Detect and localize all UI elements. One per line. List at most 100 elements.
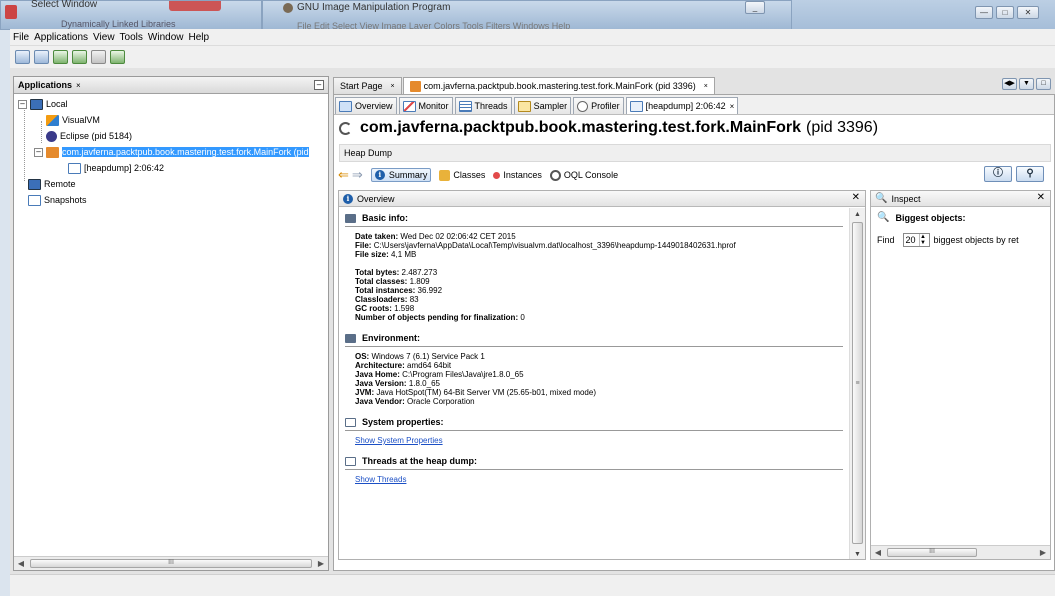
menu-view[interactable]: View xyxy=(93,32,115,43)
pane-title: Overview xyxy=(357,193,395,204)
add-jmx-connection-icon[interactable] xyxy=(53,50,68,64)
tree-node-remote[interactable]: Remote xyxy=(28,176,76,192)
oql-console-button[interactable]: OQL Console xyxy=(549,169,618,181)
applications-panel-title[interactable]: Applications xyxy=(18,80,72,90)
load-snapshot-icon[interactable] xyxy=(34,50,49,64)
tree-node-heapdump[interactable]: [heapdump] 2:06:42 xyxy=(68,160,164,176)
tab-label: Profiler xyxy=(591,101,620,111)
tab-scroll-icon[interactable]: ◀▶ xyxy=(1002,78,1017,90)
biggest-objects-title: 🔍 Biggest objects: xyxy=(877,212,1046,223)
window-close-button[interactable]: ✕ xyxy=(1017,6,1039,19)
collapse-icon[interactable]: – xyxy=(18,99,27,109)
info-view-button[interactable]: ⓘ xyxy=(984,166,1012,182)
tab-close-icon[interactable]: × xyxy=(704,83,708,90)
collapse-icon[interactable]: – xyxy=(34,147,43,157)
load-application-dump-icon[interactable] xyxy=(15,50,30,64)
tab-close-icon[interactable]: × xyxy=(391,83,395,90)
maximize-icon[interactable]: □ xyxy=(1036,78,1051,90)
label: Java Vendor: xyxy=(355,397,405,406)
app-icon xyxy=(5,5,17,19)
overview-pane: i Overview ✕ Basic info: Date taken: Wed… xyxy=(338,190,866,560)
tab-start-page[interactable]: Start Page × xyxy=(333,77,402,94)
spinner-arrows-icon[interactable]: ▲ ▼ xyxy=(918,234,927,246)
forward-arrow-icon[interactable]: ⇒ xyxy=(352,167,363,183)
vertical-scrollbar[interactable]: ▲ ≡ ▼ xyxy=(849,208,865,559)
back-arrow-icon[interactable]: ⇐ xyxy=(338,167,349,183)
system-properties-section: System properties: xyxy=(345,418,843,431)
overview-content: Basic info: Date taken: Wed Dec 02 02:06… xyxy=(339,208,849,559)
minimize-icon: _ xyxy=(745,1,765,14)
menu-applications[interactable]: Applications xyxy=(34,32,88,43)
count-value[interactable]: 20 xyxy=(906,235,916,245)
scroll-down-icon[interactable]: ▼ xyxy=(850,548,865,559)
tree-node-visualvm[interactable]: VisualVM xyxy=(46,112,100,128)
tab-close-icon[interactable]: × xyxy=(730,102,735,111)
instances-button[interactable]: Instances xyxy=(493,170,542,180)
tab-threads[interactable]: Threads xyxy=(454,97,512,114)
count-stepper[interactable]: 20 ▲ ▼ xyxy=(902,233,930,247)
summary-button[interactable]: i Summary xyxy=(370,168,432,182)
architecture-value: amd64 64bit xyxy=(407,361,452,370)
tab-mainfork[interactable]: com.javferna.packtpub.book.mastering.tes… xyxy=(402,77,715,94)
minimize-panel-button[interactable]: – xyxy=(314,80,324,90)
show-threads-link[interactable]: Show Threads xyxy=(345,470,843,484)
background-window-subtitle: Dynamically Linked Libraries xyxy=(61,19,176,29)
tab-list-icon[interactable]: ▼ xyxy=(1019,78,1034,90)
classes-button[interactable]: Classes xyxy=(439,169,485,181)
scroll-left-icon[interactable]: ◀ xyxy=(14,557,28,570)
scroll-up-icon[interactable]: ▲ xyxy=(850,208,865,221)
file-path: C:\Users\javferna\AppData\Local\Temp\vis… xyxy=(373,241,736,250)
tab-profiler[interactable]: Profiler xyxy=(573,97,624,114)
tab-label: Monitor xyxy=(418,101,449,111)
tab-sampler[interactable]: Sampler xyxy=(513,97,572,114)
tree-node-snapshots[interactable]: Snapshots xyxy=(28,192,87,208)
menu-bar: File Applications View Tools Window Help xyxy=(10,29,1055,46)
remote-host-icon xyxy=(28,178,41,190)
window-maximize-button[interactable]: □ xyxy=(996,6,1014,19)
horizontal-scrollbar[interactable]: ◀ III ▶ xyxy=(14,556,328,570)
add-remote-host-icon[interactable] xyxy=(72,50,87,64)
tab-overview[interactable]: Overview xyxy=(335,97,397,114)
tree-node-label: [heapdump] 2:06:42 xyxy=(84,163,165,173)
label: JVM: xyxy=(355,388,375,397)
computer-icon xyxy=(30,98,43,110)
magnifier-icon: 🔍 xyxy=(877,212,890,223)
label: File: xyxy=(355,241,372,250)
add-core-dump-icon[interactable] xyxy=(110,50,125,64)
close-icon xyxy=(169,1,221,11)
applications-panel-close-button[interactable]: × xyxy=(76,81,81,90)
tree-node-local[interactable]: – Local xyxy=(18,96,68,112)
scroll-thumb[interactable]: III xyxy=(30,559,312,568)
scroll-left-icon[interactable]: ◀ xyxy=(871,546,885,559)
tree-node-mainfork[interactable]: – com.javferna.packtpub.book.mastering.t… xyxy=(34,144,309,160)
menu-tools[interactable]: Tools xyxy=(120,32,143,43)
os-value: Windows 7 (6.1) Service Pack 1 xyxy=(371,352,485,361)
status-bar xyxy=(10,574,1055,596)
label: OS: xyxy=(355,352,370,361)
label: Classloaders: xyxy=(355,295,408,304)
scroll-right-icon[interactable]: ▶ xyxy=(314,557,328,570)
tree-node-eclipse[interactable]: Eclipse (pid 5184) xyxy=(46,128,132,144)
menu-file[interactable]: File xyxy=(13,32,29,43)
scroll-right-icon[interactable]: ▶ xyxy=(1036,546,1050,559)
menu-help[interactable]: Help xyxy=(188,32,209,43)
total-bytes: 2.487.273 xyxy=(401,268,438,277)
gimp-icon xyxy=(283,3,293,13)
menu-window[interactable]: Window xyxy=(148,32,184,43)
horizontal-scrollbar[interactable]: ◀ III ▶ xyxy=(871,545,1050,559)
scroll-thumb[interactable]: ≡ xyxy=(852,222,863,544)
close-icon[interactable]: ✕ xyxy=(1037,192,1045,203)
tab-label: Threads xyxy=(474,101,508,111)
show-system-properties-link[interactable]: Show System Properties xyxy=(345,431,843,445)
overview-pane-header: i Overview ✕ xyxy=(339,191,865,207)
environment-section: Environment: xyxy=(345,334,843,347)
tree-node-label: Local xyxy=(46,99,68,109)
add-snapshot-icon[interactable] xyxy=(91,50,106,64)
tab-monitor[interactable]: Monitor xyxy=(398,97,453,114)
search-view-button[interactable]: ⚲ xyxy=(1016,166,1044,182)
scroll-thumb[interactable]: III xyxy=(887,548,977,557)
tab-heapdump[interactable]: [heapdump] 2:06:42 × xyxy=(625,97,739,114)
close-icon[interactable]: ✕ xyxy=(852,192,860,203)
window-minimize-button[interactable]: — xyxy=(975,6,993,19)
threads-icon xyxy=(458,100,472,112)
